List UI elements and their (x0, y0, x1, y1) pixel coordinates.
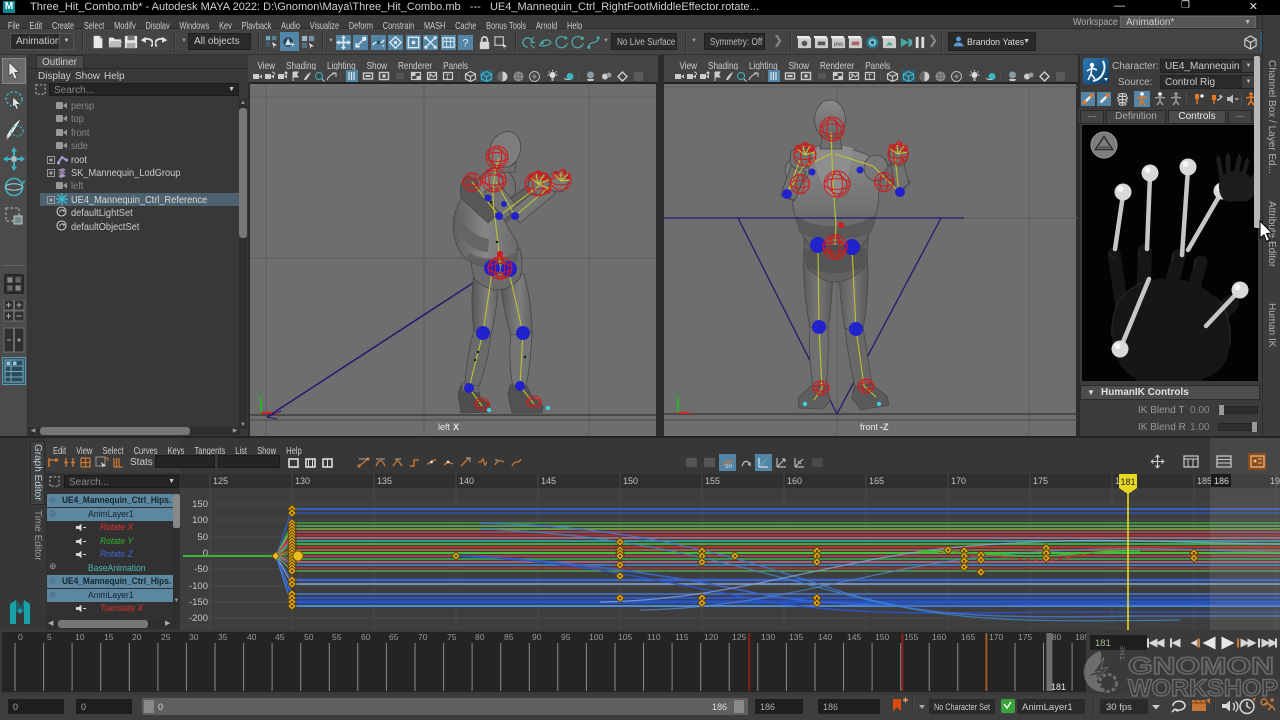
svg-text:186: 186 (760, 702, 775, 712)
svg-text:0: 0 (13, 702, 18, 712)
svg-text:155: 155 (705, 476, 720, 486)
svg-text:150: 150 (192, 499, 208, 510)
svg-text:-150: -150 (189, 597, 208, 608)
svg-text:0: 0 (203, 548, 208, 559)
svg-text:5: 5 (47, 632, 52, 642)
svg-text:55: 55 (332, 632, 342, 642)
svg-text:110: 110 (647, 632, 661, 642)
svg-text:115: 115 (675, 632, 689, 642)
svg-text:170: 170 (951, 476, 966, 486)
svg-text:20: 20 (132, 632, 142, 642)
svg-text:80: 80 (475, 632, 485, 642)
svg-text:y: y (675, 390, 679, 397)
svg-text:left: left (438, 422, 451, 432)
svg-text:50: 50 (304, 632, 314, 642)
svg-text:160: 160 (787, 476, 802, 486)
svg-text:45: 45 (275, 632, 285, 642)
svg-text:90: 90 (532, 632, 542, 642)
svg-text:-100: -100 (189, 581, 208, 592)
svg-text:-Z: -Z (880, 422, 889, 432)
svg-text:15: 15 (104, 632, 114, 642)
svg-text:186: 186 (1214, 476, 1229, 486)
svg-text:140: 140 (459, 476, 474, 486)
svg-text:165: 165 (869, 476, 884, 486)
svg-text:19: 19 (1270, 476, 1280, 486)
svg-text:-50: -50 (194, 564, 208, 575)
svg-text:120: 120 (704, 632, 718, 642)
svg-text:No Character Set: No Character Set (934, 702, 990, 712)
svg-text:125: 125 (213, 476, 228, 486)
svg-text:150: 150 (875, 632, 889, 642)
svg-text:IPR: IPR (834, 42, 843, 48)
svg-text:75: 75 (447, 632, 457, 642)
svg-text:T: T (868, 74, 873, 81)
svg-text:25: 25 (161, 632, 171, 642)
svg-text:0: 0 (81, 702, 86, 712)
svg-text:AnimLayer1: AnimLayer1 (1022, 702, 1073, 713)
svg-text:-200: -200 (189, 613, 208, 624)
svg-text:0: 0 (158, 702, 163, 712)
svg-text:THE: THE (1118, 646, 1127, 660)
svg-text:181: 181 (1120, 477, 1135, 487)
svg-text:100: 100 (192, 515, 208, 526)
svg-text:30 fps: 30 fps (1106, 702, 1132, 713)
svg-text:40: 40 (247, 632, 257, 642)
svg-text:105: 105 (618, 632, 632, 642)
svg-text:145: 145 (541, 476, 556, 486)
svg-text:135: 135 (789, 632, 803, 642)
svg-text:y: y (258, 390, 262, 397)
svg-text:175: 175 (1033, 476, 1048, 486)
svg-text:x: x (691, 411, 695, 418)
svg-text:95: 95 (561, 632, 571, 642)
svg-text:60: 60 (361, 632, 371, 642)
svg-text:X: X (453, 422, 459, 432)
svg-text:SH: SH (725, 464, 732, 469)
svg-text:170: 170 (989, 632, 1003, 642)
svg-text:186: 186 (823, 702, 838, 712)
svg-text:front: front (860, 422, 879, 432)
svg-text:35: 35 (218, 632, 228, 642)
svg-text:185: 185 (1197, 476, 1212, 486)
svg-text:160: 160 (932, 632, 946, 642)
svg-text:30: 30 (189, 632, 199, 642)
svg-text:175: 175 (1018, 632, 1032, 642)
svg-text:125: 125 (732, 632, 746, 642)
svg-text:165: 165 (961, 632, 975, 642)
svg-text:WORKSHOP: WORKSHOP (1128, 675, 1278, 700)
svg-text:10: 10 (75, 632, 85, 642)
svg-text:0: 0 (18, 632, 23, 642)
svg-text:155: 155 (904, 632, 918, 642)
svg-text:T: T (446, 74, 451, 81)
svg-text:186: 186 (712, 702, 727, 712)
svg-text:65: 65 (389, 632, 399, 642)
svg-text:70: 70 (418, 632, 428, 642)
svg-text:x: x (274, 411, 278, 418)
svg-text:145: 145 (847, 632, 861, 642)
svg-text:85: 85 (504, 632, 514, 642)
svg-text:140: 140 (818, 632, 832, 642)
svg-text:130: 130 (761, 632, 775, 642)
svg-text:135: 135 (377, 476, 392, 486)
svg-text:?: ? (462, 38, 468, 50)
svg-text:181: 181 (1051, 682, 1066, 692)
svg-text:130: 130 (295, 476, 310, 486)
svg-text:50: 50 (197, 532, 208, 543)
svg-text:150: 150 (623, 476, 638, 486)
svg-text:100: 100 (589, 632, 603, 642)
